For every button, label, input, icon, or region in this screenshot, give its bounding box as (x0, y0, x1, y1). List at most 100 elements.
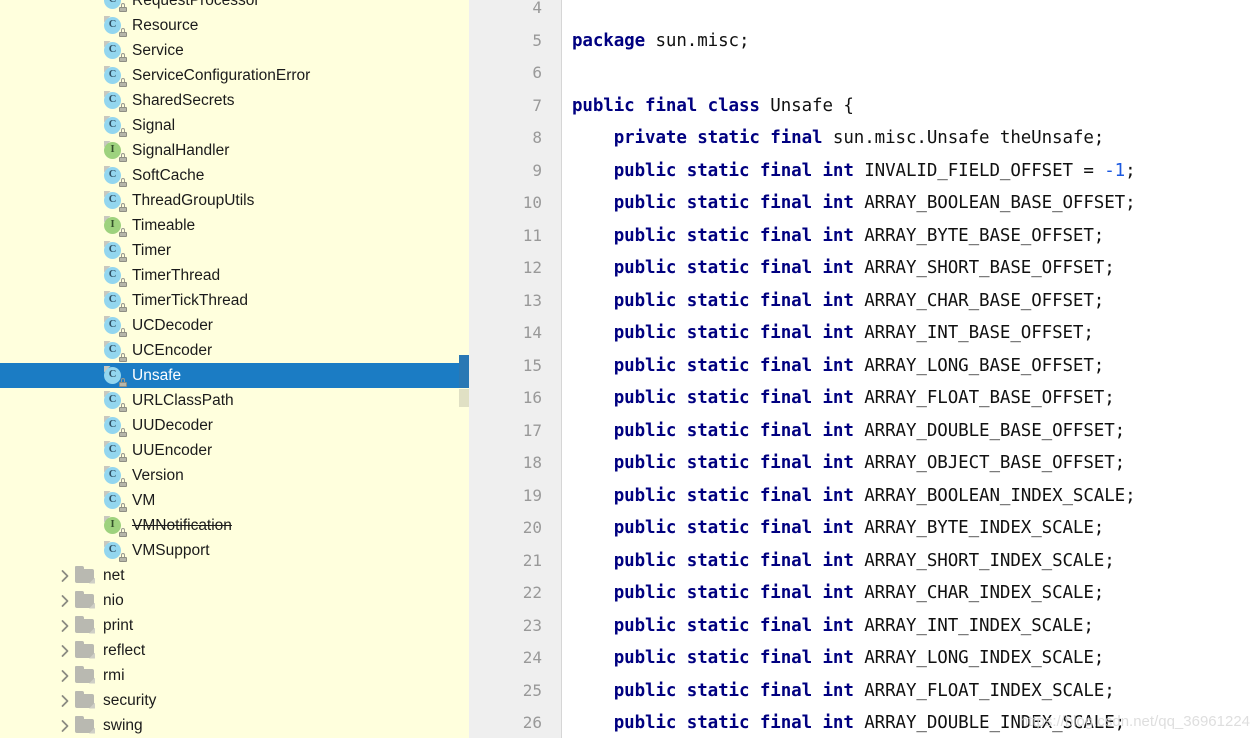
tree-item-unsafe[interactable]: C Unsafe (0, 363, 469, 388)
tree-item-signalhandler[interactable]: I SignalHandler (0, 138, 469, 163)
code-line[interactable]: public static final int ARRAY_DOUBLE_BAS… (572, 415, 1254, 448)
code-line[interactable]: public static final int ARRAY_SHORT_BASE… (572, 252, 1254, 285)
code-line[interactable]: public static final int ARRAY_FLOAT_INDE… (572, 675, 1254, 708)
tree-item-requestprocessor[interactable]: CRequestProcessor (0, 0, 469, 13)
chevron-right-icon[interactable] (55, 669, 75, 683)
tree-item-nio[interactable]: nio (0, 588, 469, 613)
line-number[interactable]: 8 (469, 122, 561, 155)
line-number[interactable]: 19 (469, 480, 561, 513)
folder-icon (75, 640, 101, 662)
code-line[interactable]: public static final int ARRAY_CHAR_INDEX… (572, 577, 1254, 610)
lock-icon (119, 377, 127, 387)
line-number[interactable]: 7 (469, 90, 561, 123)
tree-item-resource[interactable]: C Resource (0, 13, 469, 38)
tree-item-ucencoder[interactable]: C UCEncoder (0, 338, 469, 363)
tree-item-net[interactable]: net (0, 563, 469, 588)
chevron-right-icon[interactable] (55, 594, 75, 608)
tree-item-version[interactable]: C Version (0, 463, 469, 488)
chevron-right-icon[interactable] (55, 719, 75, 733)
line-number[interactable]: 10 (469, 187, 561, 220)
tree-item-timeable[interactable]: I Timeable (0, 213, 469, 238)
code-line[interactable]: public static final int ARRAY_FLOAT_BASE… (572, 382, 1254, 415)
code-line[interactable]: public static final int INVALID_FIELD_OF… (572, 155, 1254, 188)
tree-scrollbar-thumb[interactable] (459, 355, 469, 388)
line-number[interactable]: 13 (469, 285, 561, 318)
lock-icon (119, 527, 127, 537)
tree-item-softcache[interactable]: C SoftCache (0, 163, 469, 188)
code-line[interactable] (572, 57, 1254, 90)
code-token-pl: ARRAY_LONG_INDEX_SCALE; (853, 648, 1105, 668)
tree-item-sharedsecrets[interactable]: C SharedSecrets (0, 88, 469, 113)
code-line[interactable] (572, 0, 1254, 25)
code-line[interactable]: public static final int ARRAY_INT_BASE_O… (572, 317, 1254, 350)
tree-scrollbar-thumb-secondary[interactable] (459, 389, 469, 407)
code-line[interactable]: public static final int ARRAY_SHORT_INDE… (572, 545, 1254, 578)
code-line[interactable]: public static final int ARRAY_OBJECT_BAS… (572, 447, 1254, 480)
tree-item-ucdecoder[interactable]: C UCDecoder (0, 313, 469, 338)
code-line[interactable]: public static final int ARRAY_BYTE_BASE_… (572, 220, 1254, 253)
tree-item-reflect[interactable]: reflect (0, 638, 469, 663)
tree-item-uuencoder[interactable]: C UUEncoder (0, 438, 469, 463)
tree-item-threadgrouputils[interactable]: C ThreadGroupUtils (0, 188, 469, 213)
line-number[interactable]: 16 (469, 382, 561, 415)
tree-item-urlclasspath[interactable]: C URLClassPath (0, 388, 469, 413)
tree-item-timerthread[interactable]: C TimerThread (0, 263, 469, 288)
tree-vertical-scrollbar[interactable] (459, 0, 469, 738)
tree-item-signal[interactable]: C Signal (0, 113, 469, 138)
tree-item-label: VMSupport (132, 541, 210, 559)
code-line[interactable]: public static final int ARRAY_BYTE_INDEX… (572, 512, 1254, 545)
line-number[interactable]: 22 (469, 577, 561, 610)
line-number[interactable]: 25 (469, 675, 561, 708)
line-number[interactable]: 11 (469, 220, 561, 253)
code-token-pl: ARRAY_DOUBLE_BASE_OFFSET; (853, 420, 1126, 441)
line-number[interactable]: 6 (469, 57, 561, 90)
line-number[interactable]: 4 (469, 0, 561, 25)
tree-item-service[interactable]: C Service (0, 38, 469, 63)
tree-item-timer[interactable]: C Timer (0, 238, 469, 263)
line-number[interactable]: 26 (469, 707, 561, 738)
line-number[interactable]: 17 (469, 415, 561, 448)
line-number[interactable]: 21 (469, 545, 561, 578)
lock-icon (119, 102, 127, 112)
code-editor-area[interactable]: package sun.misc; public final class Uns… (562, 0, 1254, 738)
tree-item-vmnotification[interactable]: I VMNotification (0, 513, 469, 538)
tree-item-print[interactable]: print (0, 613, 469, 638)
tree-item-vmsupport[interactable]: C VMSupport (0, 538, 469, 563)
chevron-right-icon[interactable] (55, 569, 75, 583)
code-line[interactable]: public static final int ARRAY_CHAR_BASE_… (572, 285, 1254, 318)
line-number[interactable]: 20 (469, 512, 561, 545)
code-line[interactable]: private static final sun.misc.Unsafe the… (572, 122, 1254, 155)
chevron-right-icon[interactable] (55, 694, 75, 708)
editor-line-number-gutter[interactable]: 4 5 6 7 8 9 10 11 12 13 14 15 16 17 18 19 20 21 22 23 24 25 26 (469, 0, 562, 738)
code-line[interactable]: public final class Unsafe { (572, 90, 1254, 123)
tree-item-label: swing (103, 716, 143, 734)
line-number[interactable]: 14 (469, 317, 561, 350)
line-number[interactable]: 23 (469, 610, 561, 643)
tree-item-rmi[interactable]: rmi (0, 663, 469, 688)
code-line[interactable]: public static final int ARRAY_LONG_BASE_… (572, 350, 1254, 383)
tree-item-serviceconfigurationerror[interactable]: C ServiceConfigurationError (0, 63, 469, 88)
tree-item-vm[interactable]: C VM (0, 488, 469, 513)
code-line[interactable]: public static final int ARRAY_DOUBLE_IND… (572, 707, 1254, 738)
line-number[interactable]: 5 (469, 25, 561, 58)
line-number[interactable]: 12 (469, 252, 561, 285)
chevron-right-icon[interactable] (55, 644, 75, 658)
line-number[interactable]: 9 (469, 155, 561, 188)
tree-item-swing[interactable]: swing (0, 713, 469, 738)
folder-icon (75, 665, 101, 687)
tree-item-timertickthread[interactable]: C TimerTickThread (0, 288, 469, 313)
tree-item-uudecoder[interactable]: C UUDecoder (0, 413, 469, 438)
line-number[interactable]: 15 (469, 350, 561, 383)
code-line[interactable]: public static final int ARRAY_INT_INDEX_… (572, 610, 1254, 643)
code-line[interactable]: public static final int ARRAY_BOOLEAN_BA… (572, 187, 1254, 220)
project-tree-panel[interactable]: CRequestProcessorCResourceCServiceCServi… (0, 0, 469, 738)
code-token-pl: ARRAY_CHAR_BASE_OFFSET; (853, 290, 1105, 311)
line-number[interactable]: 24 (469, 642, 561, 675)
code-line[interactable]: public static final int ARRAY_LONG_INDEX… (572, 642, 1254, 675)
line-number[interactable]: 18 (469, 447, 561, 480)
chevron-right-icon[interactable] (55, 619, 75, 633)
code-line[interactable]: package sun.misc; (572, 25, 1254, 58)
code-line[interactable]: public static final int ARRAY_BOOLEAN_IN… (572, 480, 1254, 513)
tree-item-security[interactable]: security (0, 688, 469, 713)
